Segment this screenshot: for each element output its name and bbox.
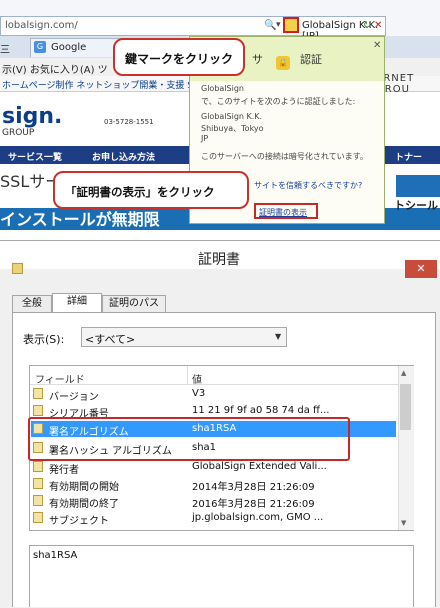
- table-row[interactable]: 発行者 GlobalSign Extended Vali...: [31, 459, 396, 476]
- table-row[interactable]: 有効期間の終了 2016年3月28日 21:26:09: [31, 493, 396, 510]
- view-certificate-link[interactable]: 証明書の表示: [259, 207, 307, 218]
- tab-general[interactable]: 全般: [12, 295, 52, 313]
- field-icon: [33, 512, 43, 523]
- url-text[interactable]: lobalsign.com/: [5, 20, 78, 31]
- nav-item-apply[interactable]: お申し込み方法: [92, 150, 155, 163]
- popup-text-verified: で、このサイトを次のように認証しました:: [201, 97, 356, 106]
- refresh-icon[interactable]: ↻: [363, 20, 371, 31]
- popup-text-org: GlobalSign K.K.: [201, 112, 263, 121]
- field-detail-value: sha1RSA: [33, 550, 78, 561]
- rows-highlight: [28, 417, 350, 461]
- phone-number: 03-5728-1551: [104, 118, 154, 126]
- scroll-thumb[interactable]: [400, 384, 411, 430]
- field-icon: [33, 478, 43, 489]
- scroll-up-icon[interactable]: ▲: [401, 369, 406, 377]
- lock-icon[interactable]: [283, 17, 299, 33]
- tab-details[interactable]: 詳細: [52, 293, 102, 313]
- address-bar[interactable]: lobalsign.com/ 🔍 ▾ GlobalSign K.K. [JP] …: [0, 16, 386, 42]
- field-value: jp.globalsign.com, GMO ...: [192, 512, 324, 523]
- trust-link[interactable]: サイトを信頼するべきですか?: [254, 180, 362, 191]
- certificate-icon: [12, 263, 23, 274]
- field-icon: [33, 495, 43, 506]
- table-row[interactable]: サブジェクト jp.globalsign.com, GMO ...: [31, 510, 396, 527]
- nav-item-services[interactable]: サービス一覧: [8, 150, 62, 163]
- site-logo-sub: GROUP: [2, 128, 35, 138]
- column-divider[interactable]: [187, 366, 188, 384]
- seal-image: [396, 175, 440, 197]
- popup-text-issuer: GlobalSign: [201, 84, 244, 93]
- field-value: GlobalSign Extended Vali...: [192, 461, 327, 472]
- field-value: 11 21 9f 9f a0 58 74 da ff...: [192, 405, 330, 416]
- tab-partial[interactable]: 三: [0, 41, 10, 56]
- field-name: バージョン: [49, 392, 99, 403]
- scroll-down-icon[interactable]: ▼: [401, 519, 406, 527]
- field-icon: [33, 388, 43, 399]
- field-value: V3: [192, 388, 206, 399]
- promo-text: インストールが無期限: [0, 210, 160, 229]
- close-icon[interactable]: ✕: [373, 40, 381, 51]
- show-select-value[interactable]: <すべて>: [85, 331, 135, 347]
- close-button[interactable]: ✕: [405, 260, 437, 278]
- field-icon: [33, 461, 43, 472]
- tab-certification-path[interactable]: 証明のパス: [102, 295, 166, 313]
- callout-click-lock: 鍵マークをクリック: [113, 38, 245, 76]
- table-row[interactable]: 有効期間の開始 2014年3月28日 21:26:09: [31, 476, 396, 493]
- field-name: 有効期間の終了: [49, 499, 119, 510]
- popup-text-country: JP: [201, 134, 209, 143]
- shield-icon: 🔒: [276, 56, 290, 70]
- field-name: 有効期間の開始: [49, 482, 119, 493]
- popup-title: 認証: [300, 53, 322, 66]
- stop-icon[interactable]: ✕: [374, 20, 382, 31]
- field-name: 発行者: [49, 465, 79, 476]
- seal-text: トシール: [394, 199, 438, 212]
- search-icon[interactable]: 🔍: [264, 20, 276, 31]
- site-logo[interactable]: sign.: [2, 104, 62, 129]
- field-value: 2016年3月28日 21:26:09: [192, 499, 315, 510]
- popup-text-locality: Shibuya、Tokyo: [201, 124, 264, 133]
- field-name: サブジェクト: [49, 516, 109, 527]
- nav-item-partner[interactable]: トナー: [395, 150, 422, 163]
- callout-click-view-cert: 「証明書の表示」をクリック: [53, 171, 249, 209]
- show-label: 表示(S):: [23, 333, 65, 346]
- table-row[interactable]: バージョン V3: [31, 386, 396, 403]
- dialog-title: 証明書: [198, 252, 240, 268]
- field-value: 2014年3月28日 21:26:09: [192, 482, 315, 493]
- field-icon: [33, 405, 43, 416]
- popup-text-encrypted: このサーバーへの接続は暗号化されています。: [201, 152, 368, 161]
- header-divider: [30, 384, 398, 385]
- field-detail-box[interactable]: [29, 545, 414, 607]
- chevron-down-icon[interactable]: ▾: [276, 20, 281, 30]
- chevron-down-icon[interactable]: ▼: [275, 332, 281, 341]
- popup-title-prefix: サ: [252, 53, 263, 66]
- google-icon: G: [34, 41, 46, 53]
